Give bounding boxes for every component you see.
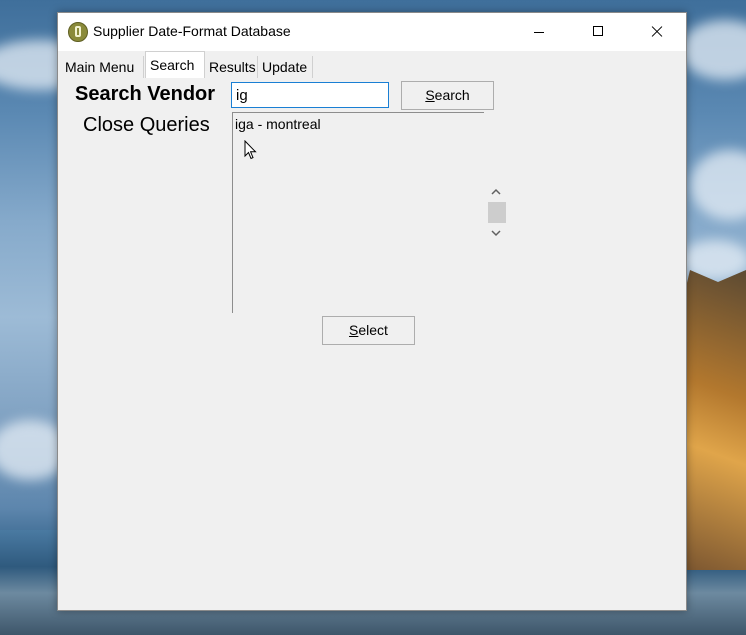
maximize-icon[interactable]	[569, 13, 627, 51]
search-button[interactable]: Search	[401, 81, 494, 110]
title-bar[interactable]: Supplier Date-Format Database	[58, 13, 686, 51]
app-window: Supplier Date-Format Database Main Menu …	[57, 12, 687, 611]
minimize-icon[interactable]	[510, 13, 568, 51]
search-button-mnemonic: S	[425, 87, 435, 103]
search-button-label: earch	[434, 87, 470, 103]
list-item[interactable]: iga - montreal	[235, 116, 321, 132]
window-title: Supplier Date-Format Database	[93, 23, 291, 39]
tab-results[interactable]: Results	[205, 56, 258, 78]
mouse-cursor-icon	[244, 139, 258, 160]
scrollbar-thumb[interactable]	[488, 202, 506, 223]
tab-main-menu[interactable]: Main Menu	[61, 56, 144, 78]
results-list[interactable]: iga - montreal	[232, 112, 484, 313]
close-queries-link[interactable]: Close Queries	[83, 114, 210, 137]
app-icon	[68, 22, 88, 42]
tab-search[interactable]: Search	[145, 51, 205, 78]
tab-update[interactable]: Update	[258, 56, 313, 78]
select-button-mnemonic: S	[349, 322, 359, 338]
select-button-label: elect	[358, 322, 388, 338]
search-input[interactable]	[231, 82, 389, 108]
scroll-up-icon[interactable]	[490, 187, 502, 197]
close-icon[interactable]	[628, 13, 686, 51]
scroll-down-icon[interactable]	[490, 228, 502, 238]
select-button[interactable]: Select	[322, 316, 415, 345]
search-vendor-link[interactable]: Search Vendor	[75, 83, 215, 106]
